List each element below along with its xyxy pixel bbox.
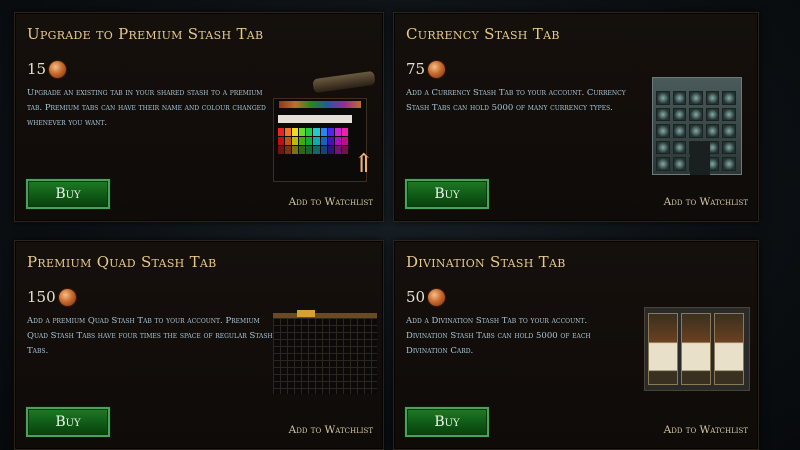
item-price: 50	[406, 288, 446, 306]
shop-item-divination-stash-tab: Divination Stash Tab 50 Add a Divination…	[393, 240, 759, 450]
item-price: 150	[27, 288, 76, 306]
add-to-watchlist-link[interactable]: Add to Watchlist	[289, 196, 373, 208]
buy-button[interactable]: Buy	[404, 178, 490, 210]
price-amount: 50	[406, 288, 426, 306]
buy-button[interactable]: Buy	[404, 406, 490, 438]
shop-item-currency-stash-tab: Currency Stash Tab 75 Add a Currency Sta…	[393, 12, 759, 222]
point-coin-icon	[49, 60, 67, 78]
add-to-watchlist-link[interactable]: Add to Watchlist	[664, 424, 748, 436]
buy-button[interactable]: Buy	[25, 406, 111, 438]
item-title: Currency Stash Tab	[406, 25, 560, 43]
currency-stash-grid-icon	[646, 77, 746, 177]
buy-button[interactable]: Buy	[25, 178, 111, 210]
item-description: Add a Currency Stash Tab to your account…	[406, 88, 626, 113]
item-description: Add a premium Quad Stash Tab to your acc…	[27, 316, 273, 356]
quad-stash-grid-icon	[273, 310, 379, 394]
shop-item-premium-quad-stash-tab: Premium Quad Stash Tab 150 Add a premium…	[14, 240, 384, 450]
up-arrow-icon: ⇑	[353, 149, 375, 179]
point-coin-icon	[428, 60, 446, 78]
stash-tab-shop: Upgrade to Premium Stash Tab 15 Upgrade …	[0, 0, 800, 450]
divination-cards-icon	[644, 307, 750, 391]
price-amount: 150	[27, 288, 56, 306]
item-title: Premium Quad Stash Tab	[27, 253, 217, 271]
shop-item-premium-stash-tab: Upgrade to Premium Stash Tab 15 Upgrade …	[14, 12, 384, 222]
item-title: Upgrade to Premium Stash Tab	[27, 25, 264, 43]
premium-tab-color-palette-icon: ⇑	[273, 70, 376, 185]
point-coin-icon	[58, 288, 76, 306]
point-coin-icon	[428, 288, 446, 306]
item-description: Add a Divination Stash Tab to your accou…	[406, 316, 591, 356]
item-description: Upgrade an existing tab in your shared s…	[27, 88, 266, 128]
price-amount: 75	[406, 60, 426, 78]
add-to-watchlist-link[interactable]: Add to Watchlist	[289, 424, 373, 436]
item-title: Divination Stash Tab	[406, 253, 566, 271]
add-to-watchlist-link[interactable]: Add to Watchlist	[664, 196, 748, 208]
item-price: 15	[27, 60, 67, 78]
price-amount: 15	[27, 60, 47, 78]
item-price: 75	[406, 60, 446, 78]
